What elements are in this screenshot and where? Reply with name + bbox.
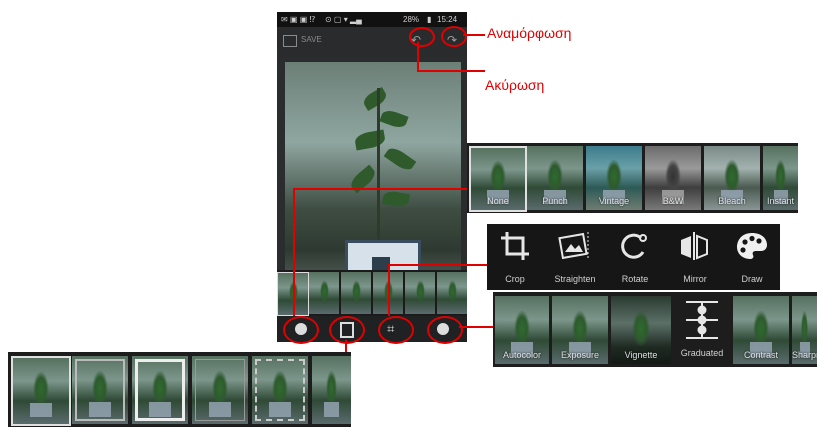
- adjust-label: Sharpness: [792, 350, 817, 360]
- straighten-label: Straighten: [554, 274, 596, 284]
- filter-label: Instant: [766, 196, 795, 206]
- frame-thumb[interactable]: [132, 356, 188, 424]
- filter-thumb[interactable]: Bleach: [704, 146, 760, 210]
- adjust-thumb[interactable]: Autocolor: [495, 296, 549, 364]
- geometry-panel: Crop Straighten Rotate Mirror Draw: [487, 224, 780, 290]
- frame-thumb[interactable]: [252, 356, 308, 424]
- crop-label: Crop: [505, 274, 525, 284]
- filter-label: Punch: [542, 196, 568, 206]
- undo-annotation: Ακύρωση: [485, 77, 545, 93]
- frame-thumb[interactable]: [72, 356, 128, 424]
- filters-leader-h: [293, 188, 467, 190]
- phone-thumbnail-strip: [277, 270, 467, 316]
- adjust-thumb[interactable]: Sharpness: [792, 296, 817, 364]
- adjust-label: Exposure: [560, 350, 600, 360]
- undo-leader-v: [417, 42, 419, 70]
- battery-percent: 28%: [403, 15, 420, 24]
- crop-highlight: [378, 316, 414, 344]
- crop-leader-h: [388, 264, 488, 266]
- adjust-highlight: [427, 316, 463, 344]
- adjust-label: Graduated: [680, 348, 724, 358]
- phone-thumb[interactable]: [437, 272, 467, 314]
- adjust-label: Vignette: [624, 350, 658, 360]
- filters-highlight: [283, 316, 319, 344]
- draw-palette-icon: [737, 233, 767, 259]
- frame-thumb[interactable]: [192, 356, 248, 424]
- adjust-thumb[interactable]: Contrast: [733, 296, 789, 364]
- filter-label: Vintage: [598, 196, 630, 206]
- undo-leader-h: [417, 70, 485, 72]
- adjust-label: Contrast: [743, 350, 778, 360]
- filter-label: None: [487, 196, 509, 206]
- adjust-label: Autocolor: [502, 350, 542, 360]
- frame-thumb[interactable]: [11, 356, 71, 426]
- frame-thumb[interactable]: [312, 356, 351, 424]
- frames-panel: [8, 352, 351, 427]
- adjust-panel: Autocolor Exposure Vignette Graduated Co…: [493, 292, 817, 367]
- system-icons: ⊙ ▢ ▾ ▂▄: [325, 15, 362, 24]
- redo-leader: [463, 34, 485, 36]
- filters-leader-v: [293, 188, 295, 316]
- graduated-tool[interactable]: Graduated: [674, 296, 730, 364]
- notification-icons: ✉ ▣ ▣ ⁉: [281, 15, 316, 24]
- crop-tool[interactable]: Crop: [489, 224, 541, 288]
- draw-label: Draw: [741, 274, 763, 284]
- phone-thumb[interactable]: [405, 272, 435, 314]
- phone-thumb[interactable]: [341, 272, 371, 314]
- rotate-label: Rotate: [621, 274, 649, 284]
- filter-thumb[interactable]: None: [469, 146, 527, 212]
- frames-highlight: [329, 316, 365, 344]
- battery-icon: ▮: [427, 15, 432, 24]
- filter-thumb[interactable]: Punch: [527, 146, 583, 210]
- filters-panel: None Punch Vintage B&W Bleach Instant: [467, 143, 798, 213]
- crop-icon: [501, 232, 529, 260]
- adjust-thumb[interactable]: Vignette: [611, 296, 671, 364]
- filter-thumb[interactable]: Vintage: [586, 146, 642, 210]
- straighten-icon: [558, 232, 589, 260]
- crop-leader-v: [388, 264, 390, 316]
- rotate-tool[interactable]: Rotate: [607, 224, 663, 288]
- mirror-label: Mirror: [683, 274, 707, 284]
- graduated-icon: [686, 301, 718, 339]
- mirror-tool[interactable]: Mirror: [667, 224, 723, 288]
- adjust-thumb[interactable]: Exposure: [552, 296, 608, 364]
- redo-annotation: Αναμόρφωση: [487, 25, 572, 41]
- filter-thumb[interactable]: Instant: [763, 146, 798, 210]
- save-label[interactable]: SAVE: [301, 35, 322, 44]
- clock: 15:24: [437, 15, 458, 24]
- filter-thumb[interactable]: B&W: [645, 146, 701, 210]
- draw-tool[interactable]: Draw: [725, 224, 779, 288]
- save-icon[interactable]: [283, 35, 297, 47]
- action-bar: SAVE ↶ ↷: [277, 27, 467, 57]
- phone-screen: ✉ ▣ ▣ ⁉ ⊙ ▢ ▾ ▂▄ 28% ▮ 15:24 SAVE ↶ ↷ ⌗: [277, 12, 467, 342]
- adjust-leader: [459, 326, 493, 328]
- mirror-icon: [681, 232, 708, 260]
- straighten-tool[interactable]: Straighten: [547, 224, 603, 288]
- redo-highlight: [441, 26, 467, 47]
- undo-highlight: [409, 27, 435, 47]
- status-bar: ✉ ▣ ▣ ⁉ ⊙ ▢ ▾ ▂▄ 28% ▮ 15:24: [277, 12, 467, 27]
- rotate-icon: [621, 233, 647, 259]
- filter-label: B&W: [662, 196, 684, 206]
- filter-label: Bleach: [718, 196, 746, 206]
- phone-thumb[interactable]: [309, 272, 339, 314]
